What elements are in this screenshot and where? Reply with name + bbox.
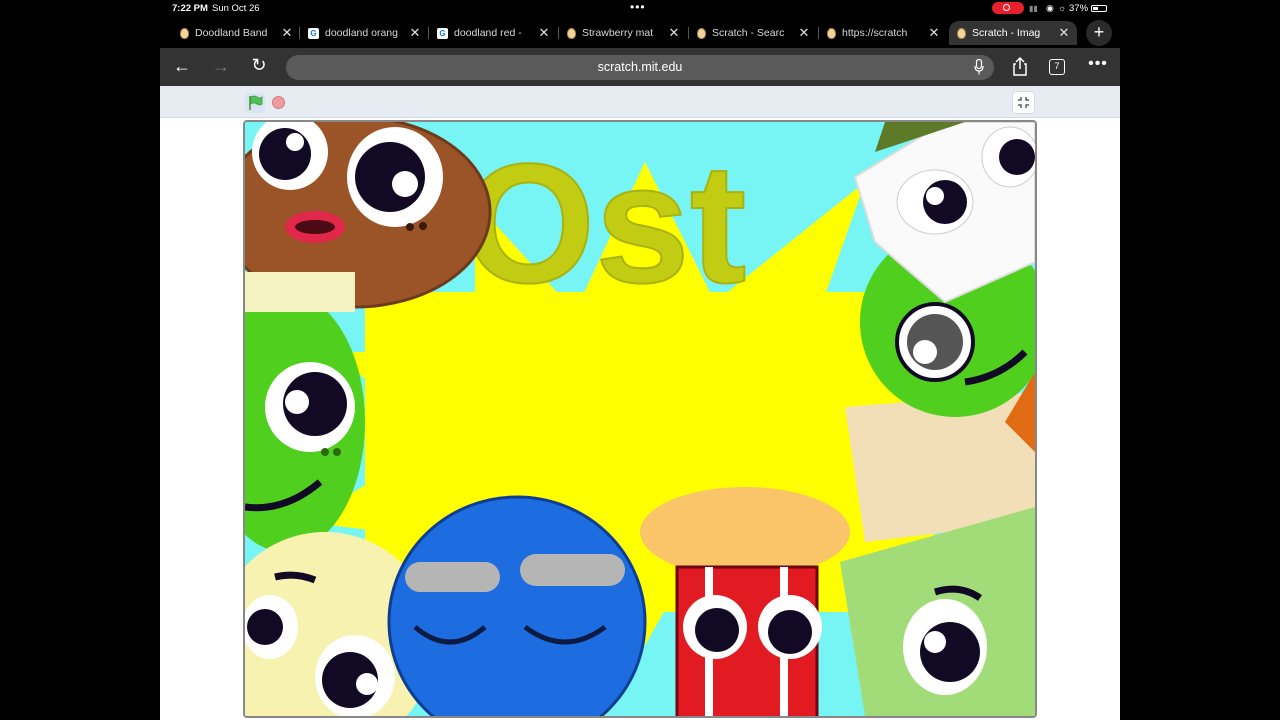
tab-label: Strawberry mat [582, 27, 654, 39]
url-text[interactable]: scratch.mit.edu [286, 60, 994, 74]
more-options-icon[interactable]: ••• [1086, 55, 1110, 73]
multitasking-dots-icon[interactable]: ••• [630, 0, 646, 14]
close-icon[interactable]: ✕ [665, 25, 683, 41]
unfullscreen-icon [1018, 97, 1029, 108]
close-icon[interactable]: ✕ [535, 25, 553, 41]
microphone-icon[interactable] [974, 59, 984, 75]
green-flag-icon [249, 95, 263, 110]
status-date: Sun Oct 26 [212, 3, 260, 14]
wifi-icon: ◉ [1046, 3, 1054, 13]
scratch-favicon-icon [827, 27, 836, 39]
stage-artwork: Ost [245, 122, 1035, 716]
battery-icon [1091, 5, 1107, 12]
stop-button[interactable] [272, 96, 285, 109]
close-icon[interactable]: ✕ [1055, 25, 1073, 41]
close-icon[interactable]: ✕ [925, 25, 943, 41]
tab-label: https://scratch [842, 27, 908, 39]
new-tab-button[interactable]: + [1086, 20, 1112, 46]
stage-title-text: Ost [463, 129, 746, 319]
tab-label: doodland orang [325, 27, 398, 39]
tab-label: Scratch - Searc [712, 27, 785, 39]
tab-label: Doodland Band [195, 27, 268, 39]
status-bar: 7:22 PM Sun Oct 26 ••• ▮▮ ◉ ☼ 37% [0, 0, 1280, 18]
close-icon[interactable]: ✕ [795, 25, 813, 41]
reload-icon[interactable]: ↻ [247, 55, 271, 76]
tab-strawberry[interactable]: Strawberry mat ✕ [559, 21, 687, 45]
tab-doodland-band[interactable]: Doodland Band ✕ [172, 21, 300, 45]
battery-percentage: 37% [1069, 3, 1089, 14]
scratch-favicon-icon [567, 27, 576, 39]
project-stage[interactable]: Ost [243, 120, 1037, 718]
tab-scratch-search[interactable]: Scratch - Searc ✕ [689, 21, 817, 45]
tab-switcher-button[interactable]: 7 [1049, 59, 1065, 75]
tab-scratch-url[interactable]: https://scratch ✕ [819, 21, 947, 45]
record-icon [1003, 4, 1010, 11]
tab-doodland-red[interactable]: G doodland red - ✕ [429, 21, 557, 45]
back-icon[interactable]: ← [170, 56, 194, 77]
rotation-lock-icon: ☼ [1058, 3, 1067, 13]
google-favicon-icon: G [308, 27, 319, 39]
green-flag-button[interactable] [245, 93, 265, 113]
tab-doodland-orange[interactable]: G doodland orang ✕ [300, 21, 428, 45]
tab-label: Scratch - Imag [972, 27, 1041, 39]
scratch-favicon-icon [697, 27, 706, 39]
tab-label: doodland red - [454, 27, 522, 39]
signal-icon: ▮▮ [1029, 4, 1038, 13]
stage-controls-bar [160, 86, 1120, 118]
exit-fullscreen-button[interactable] [1012, 91, 1035, 114]
google-favicon-icon: G [437, 27, 448, 39]
forward-icon[interactable]: → [209, 56, 233, 77]
scratch-favicon-icon [180, 27, 189, 39]
status-time: 7:22 PM [172, 3, 208, 14]
share-icon[interactable] [1011, 57, 1029, 77]
close-icon[interactable]: ✕ [278, 25, 296, 41]
tab-scratch-image[interactable]: Scratch - Imag ✕ [949, 21, 1077, 45]
close-icon[interactable]: ✕ [406, 25, 424, 41]
scratch-favicon-icon [957, 27, 966, 39]
